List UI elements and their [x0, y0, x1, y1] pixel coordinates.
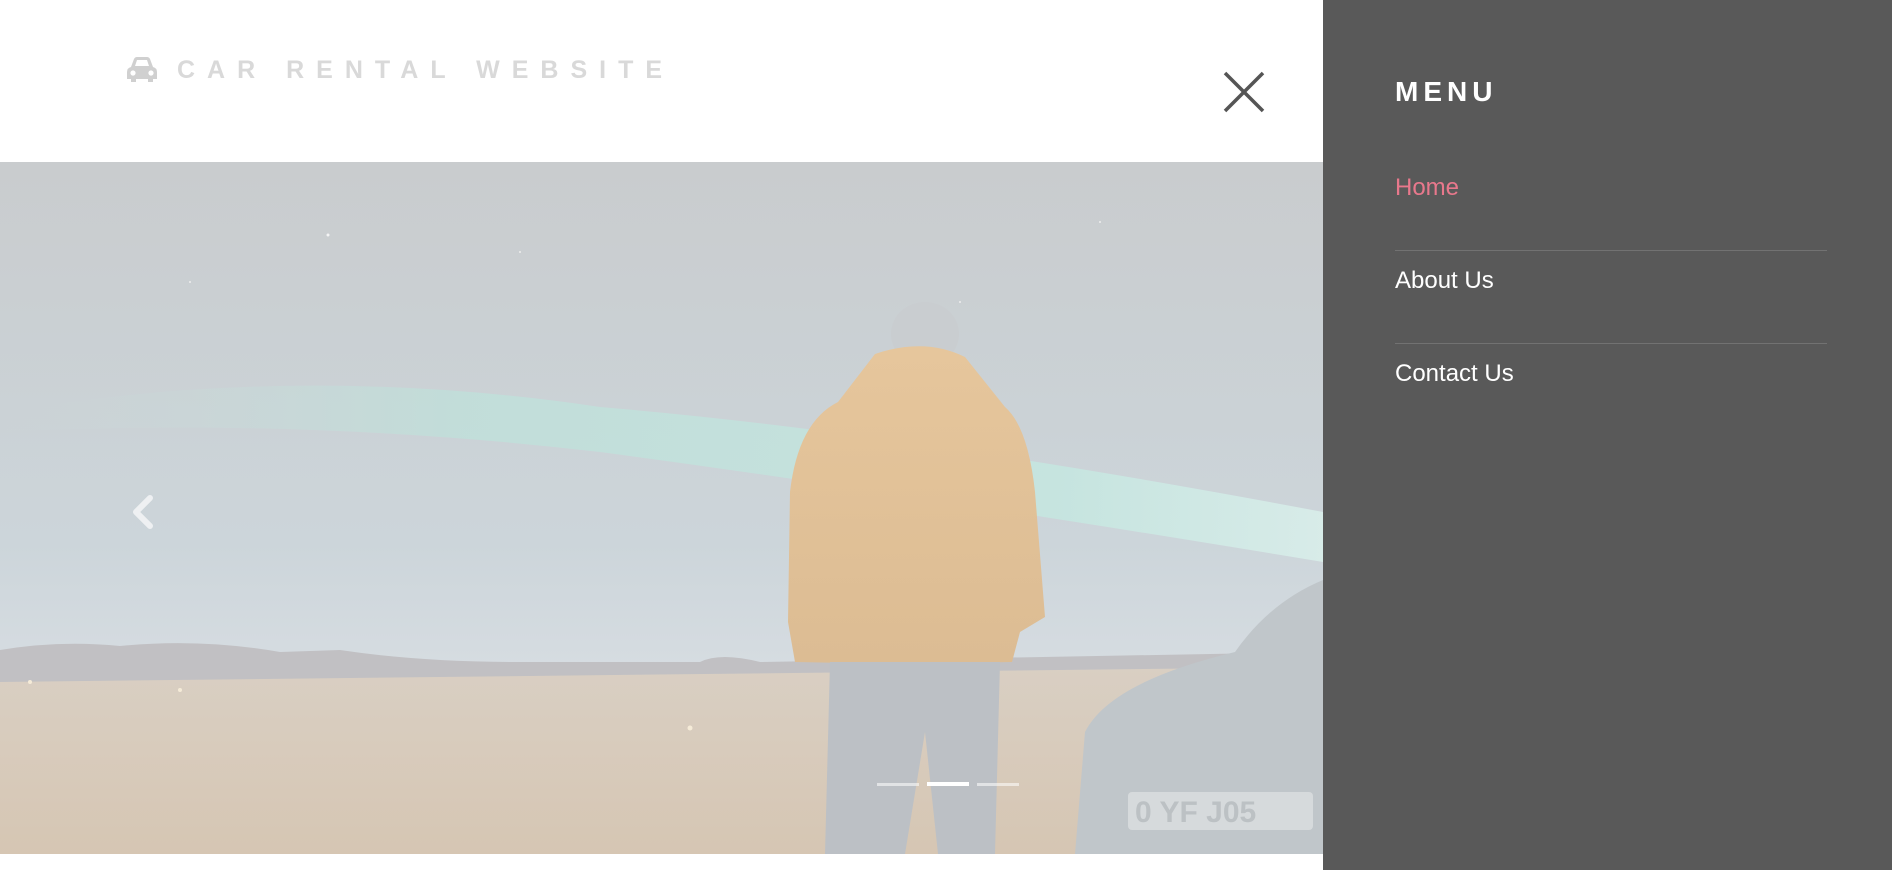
hero-carousel[interactable]: 0 YF J05 [0, 162, 1323, 854]
brand-title: CAR RENTAL WEBSITE [177, 55, 675, 84]
menu-item-contact-us: Contact Us [1395, 344, 1827, 436]
menu-link-contact-us[interactable]: Contact Us [1395, 360, 1514, 388]
side-menu: MENU Home About Us Contact Us [1323, 0, 1892, 870]
site-header: CAR RENTAL WEBSITE [0, 0, 1323, 162]
chevron-left-icon[interactable] [128, 492, 158, 532]
carousel-indicators [877, 782, 1019, 786]
brand-logo[interactable]: CAR RENTAL WEBSITE [125, 55, 674, 85]
carousel-indicator-2[interactable] [927, 782, 969, 786]
hero-image: 0 YF J05 [0, 162, 1323, 854]
license-plate-text: 0 YF J05 [1135, 796, 1256, 829]
carousel-indicator-3[interactable] [977, 783, 1019, 786]
car-icon [127, 57, 157, 82]
menu-link-about-us[interactable]: About Us [1395, 267, 1494, 295]
close-icon[interactable] [1222, 70, 1266, 114]
menu-title: MENU [1395, 76, 1498, 107]
menu-link-home[interactable]: Home [1395, 174, 1459, 202]
menu-item-home: Home [1395, 158, 1827, 251]
menu-item-about-us: About Us [1395, 251, 1827, 344]
menu-list: Home About Us Contact Us [1395, 158, 1827, 436]
carousel-indicator-1[interactable] [877, 783, 919, 786]
